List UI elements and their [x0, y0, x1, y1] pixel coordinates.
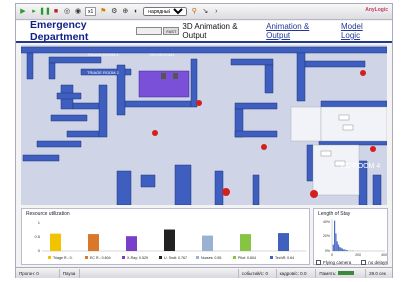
- resource-utilization-chart: 1 0.5 0 Triage R.: 0. EC R.: 0.604 X-Ray: …: [34, 220, 306, 260]
- utilization-bar: [126, 236, 137, 251]
- pause-icon[interactable]: ❚❚: [39, 7, 51, 16]
- stay-histogram-bar: [340, 247, 342, 251]
- legend-swatch: [233, 256, 236, 259]
- model-time: 29.0 сек: [369, 270, 386, 276]
- resource-utilization-panel: Resource utilization 1 0.5 0 Triage R.: …: [21, 208, 310, 265]
- anylogic-logo: AnyLogic: [365, 7, 388, 13]
- legend-label: EC R.: 0.604: [90, 256, 111, 260]
- stay-histogram-bar: [336, 241, 338, 251]
- navigation-box[interactable]: [135, 27, 163, 35]
- fast-button[interactable]: FAST: [163, 27, 180, 35]
- tab-3d-animation[interactable]: 3D Animation & Output: [182, 22, 256, 40]
- utilization-bar: [278, 233, 289, 251]
- legend-label: Pilot: 0.604: [238, 256, 256, 260]
- options-row: Flying camera no delays: [316, 260, 388, 265]
- person-icon[interactable]: ⚲: [190, 7, 198, 16]
- flying-camera-checkbox[interactable]: [316, 260, 321, 265]
- utilization-bar: [240, 234, 251, 251]
- memory-bar: [338, 271, 355, 275]
- stay-x-400: 400: [381, 253, 387, 257]
- stay-histogram-bar: [343, 249, 345, 251]
- forward-icon[interactable]: ›: [212, 7, 220, 16]
- status-spacer: [80, 268, 239, 278]
- run-icon[interactable]: ▶: [19, 7, 27, 16]
- y-tick-mid: 0.5: [34, 234, 40, 239]
- step-icon[interactable]: ▸: [30, 7, 38, 16]
- legend-label: X-Ray: 0.529: [127, 256, 148, 260]
- legend-label: Nurses: 0.55: [201, 256, 221, 260]
- tab-model-logic[interactable]: Model Logic: [341, 22, 380, 40]
- run-counter: Прогон: 0: [16, 268, 60, 278]
- stay-histogram-bar: [332, 244, 334, 251]
- stay-histogram-bar: [339, 247, 341, 251]
- length-of-stay-panel: Length of Stay 40% 20% 0% 0 200 400: [313, 208, 388, 265]
- model-header: Emergency Department FAST 3D Animation &…: [16, 19, 392, 43]
- stay-y-mid: 20%: [323, 234, 330, 238]
- floor-plan: TRIAGE ROOM 1 TECHROOM1 TRIAGE ROOM 2 EC…: [21, 45, 387, 205]
- status-bar: Прогон: 0 Пауза событий/с: 0 кадров/с: 0…: [16, 267, 392, 278]
- 3d-scene[interactable]: TRIAGE ROOM 1 TECHROOM1 TRIAGE ROOM 2 EC…: [21, 45, 387, 205]
- stay-histogram-bar: [335, 233, 337, 251]
- slower-icon[interactable]: ◎: [63, 7, 71, 16]
- speed-display: x1: [85, 7, 97, 16]
- utilization-bar: [88, 234, 99, 251]
- utilization-bar: [50, 233, 61, 251]
- legend-swatch: [196, 256, 199, 259]
- realtime-icon[interactable]: ⚑: [99, 7, 107, 16]
- pause-status: Пауза: [60, 268, 80, 278]
- y-tick-min: 0: [38, 248, 41, 253]
- label-triage-room-2: TRIAGE ROOM 2: [87, 70, 120, 75]
- stay-histogram-bar: [337, 244, 340, 251]
- no-delays-checkbox[interactable]: [361, 260, 367, 265]
- utilization-bar: [164, 229, 175, 251]
- settings-icon[interactable]: ⚙: [110, 7, 118, 16]
- stay-y-top: 40%: [323, 220, 330, 224]
- label-ec-room-4: EC ROOM 4: [341, 163, 380, 170]
- legend-swatch: [270, 256, 273, 259]
- memory-status: Память:: [316, 268, 367, 278]
- tab-animation-output[interactable]: Animation & Output: [266, 22, 329, 40]
- legend-label: Triage R.: 0.: [53, 256, 73, 260]
- experiment-select[interactable]: нарядный/Main: [143, 7, 188, 16]
- frames-per-second: кадров/с: 0.0: [277, 268, 317, 278]
- arrow-icon[interactable]: ↘: [201, 7, 209, 16]
- stay-x-0: 0: [331, 253, 333, 257]
- legend-swatch: [159, 256, 162, 259]
- stay-y-bot: 0%: [325, 249, 330, 253]
- navigate-icon[interactable]: ⊕: [121, 7, 129, 16]
- stay-histogram-bar: [334, 220, 336, 251]
- stop-icon[interactable]: ■: [52, 7, 60, 16]
- faster-icon[interactable]: ◉: [74, 7, 82, 16]
- toolbar: ▶ ▸ ❚❚ ■ ◎ ◉ x1 ⚑ ⚙ ⊕ ◐ нарядный/Main ⚲ …: [16, 4, 392, 20]
- stay-x-200: 200: [355, 253, 361, 257]
- legend-swatch: [85, 256, 88, 259]
- stay-histogram-bar: [347, 250, 349, 251]
- utilization-bar: [202, 235, 213, 251]
- stay-histogram-bar: [341, 248, 343, 251]
- stay-histogram-bar: [345, 250, 347, 251]
- legend-swatch: [122, 256, 125, 259]
- memory-label: Память:: [319, 270, 337, 276]
- page-title: Emergency Department: [30, 19, 89, 43]
- label-techroom: TECHROOM1: [149, 52, 175, 57]
- legend-label: U. Sndt: 0.767: [164, 256, 187, 260]
- y-tick-max: 1: [38, 220, 41, 225]
- flying-camera-label: Flying camera: [323, 260, 352, 265]
- events-per-second: событий/с: 0: [239, 268, 277, 278]
- application-window: ▶ ▸ ❚❚ ■ ◎ ◉ x1 ⚑ ⚙ ⊕ ◐ нарядный/Main ⚲ …: [15, 3, 393, 278]
- label-triage-room: TRIAGE ROOM 1: [87, 52, 120, 57]
- view-icon[interactable]: ◐: [132, 7, 140, 16]
- legend-label: TechR: 0.64: [275, 256, 294, 260]
- stay-histogram-bar: [344, 249, 346, 251]
- legend-swatch: [48, 256, 51, 259]
- no-delays-label: no delays: [368, 260, 388, 265]
- length-of-stay-chart: 40% 20% 0% 0 200 400: [323, 219, 387, 257]
